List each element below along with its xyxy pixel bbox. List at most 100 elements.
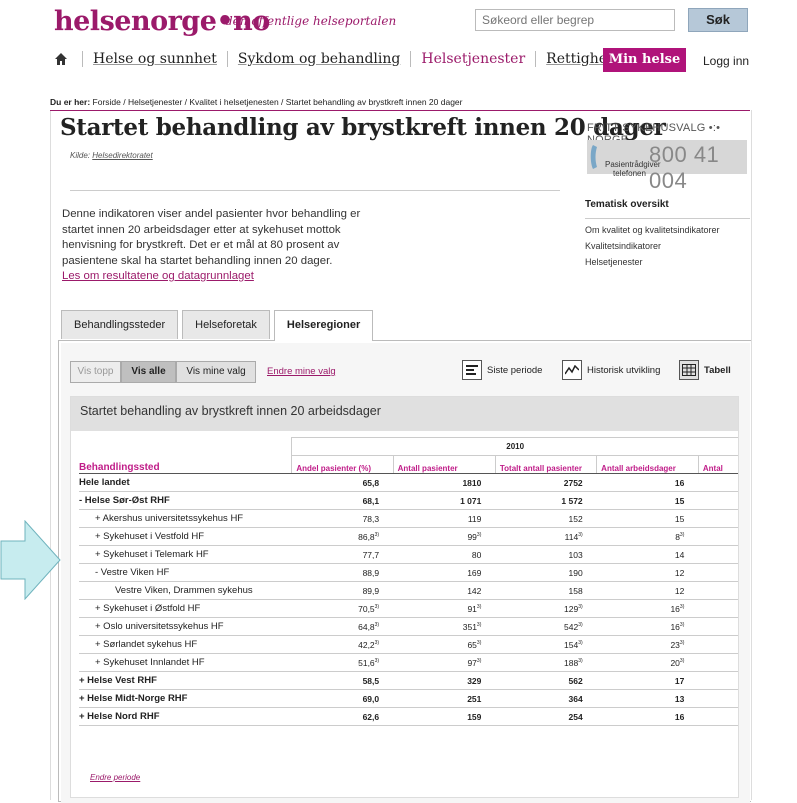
table-row[interactable]: + Sørlandet sykehus HF 42,23) 653) 1543) 233… [79,635,738,654]
home-icon[interactable] [54,52,68,66]
row-name[interactable]: + Helse Vest RHF [79,671,292,690]
row-name[interactable]: + Sykehuset i Østfold HF [79,599,292,618]
row-antal [698,599,738,618]
fritt-sykehusvalg-banner[interactable]: FRITT SYKEHUSVALG •:• NORGE Pasientrådgi… [587,122,747,193]
results-link[interactable]: Les om resultatene og datagrunnlaget [62,269,392,285]
siste-periode-view[interactable]: Siste periode [462,360,542,380]
min-helse-button[interactable]: Min helse [603,48,686,72]
table-row[interactable]: Vestre Viken, Drammen sykehus 89,9 142 158 1… [79,581,738,600]
tagline: den offentlige helseportalen [225,14,397,28]
table-row[interactable]: + Oslo universitetssykehus HF 64,83) 3513)… [79,617,738,636]
footnote-mark: 3) [476,657,482,664]
year-row: 2010 [79,437,738,456]
intro-paragraph: Denne indikatoren viser andel pasienter … [62,208,361,267]
table-row[interactable]: + Helse Vest RHF 58,5 329 562 17 [79,671,738,690]
endre-mine-valg-link[interactable]: Endre mine valg [267,366,336,377]
nav-item-helsetjenester[interactable]: Helsetjenester [410,51,535,67]
vis-topp-button[interactable]: Vis topp [70,361,121,383]
tab-helseregioner[interactable]: Helseregioner [273,310,374,341]
row-andel: 62,6 [291,707,394,726]
col-andel[interactable]: Andel pasienter (%) [291,455,394,474]
row-antal [698,527,738,546]
footnote-mark: 3) [374,621,380,628]
row-antal [698,707,738,726]
table-row[interactable]: + Sykehuset i Østfold HF 70,53) 913) 1293) 1… [79,599,738,618]
row-dager: 14 [596,545,699,564]
row-totalt: 1543) [495,635,597,654]
table-row[interactable]: Hele landet 65,8 1810 2752 16 [79,473,738,492]
table-row[interactable]: - Vestre Viken HF 88,9 169 190 12 [79,563,738,582]
table-row[interactable]: + Sykehuset i Vestfold HF 86,83) 993) 1143)… [79,527,738,546]
row-dager: 83) [596,527,699,546]
row-antal [698,671,738,690]
row-antall: 80 [393,545,496,564]
col-antal[interactable]: Antal [697,455,738,474]
tab-helseforetak[interactable]: Helseforetak [182,310,270,339]
footnote-mark: 3) [679,603,685,610]
row-antal [698,581,738,600]
thematic-link-indikatorer[interactable]: Kvalitetsindikatorer [585,241,750,251]
table-row[interactable]: + Sykehuset Innlandet HF 51,63) 973) 1883) 2… [79,653,738,672]
row-antall: 329 [393,671,496,690]
footnote-mark: 3) [374,531,380,538]
row-andel: 68,1 [291,491,394,510]
row-name[interactable]: + Helse Nord RHF [79,707,292,726]
thematic-link-kvalitet[interactable]: Om kvalitet og kvalitetsindikatorer [585,225,750,235]
row-name[interactable]: Hele landet [79,473,292,492]
nav-item-helse-og-sunnhet[interactable]: Helse og sunnhet [82,51,227,67]
thematic-link-helsetjenester[interactable]: Helsetjenester [585,257,750,267]
phone-number: 800 41 004 [649,142,720,193]
table-row[interactable]: + Akershus universitetssykehus HF 78,3 119… [79,509,738,528]
row-totalt: 1 572 [495,491,597,510]
col-dager[interactable]: Antall arbeidsdager [596,455,699,474]
row-name[interactable]: + Sykehuset i Telemark HF [79,545,292,564]
tabell-view[interactable]: Tabell [679,360,731,380]
row-antal [698,545,738,564]
row-name[interactable]: + Akershus universitetssykehus HF [79,509,292,528]
col-totalt[interactable]: Totalt antall pasienter [494,455,597,474]
results-table-box: Startet behandling av brystkreft innen 2… [70,396,739,798]
nav-item-sykdom-og-behandling[interactable]: Sykdom og behandling [226,51,410,67]
col-behandlingssted[interactable]: Behandlingssted [79,455,292,474]
row-name[interactable]: + Sykehuset i Vestfold HF [79,527,292,546]
row-name[interactable]: - Vestre Viken HF [79,563,292,582]
search-button[interactable]: Søk [688,8,748,32]
row-antall: 1 071 [393,491,496,510]
row-andel: 88,9 [291,563,394,582]
footnote-mark: 3) [374,657,380,664]
row-andel: 51,63) [291,653,394,672]
tab-behandlingssteder[interactable]: Behandlingssteder [61,310,179,339]
vis-mine-valg-button[interactable]: Vis mine valg [176,361,256,383]
row-name[interactable]: + Sykehuset Innlandet HF [79,653,292,672]
vis-alle-button[interactable]: Vis alle [121,361,176,383]
row-dager: 17 [596,671,699,690]
row-antall: 3513) [393,617,496,636]
row-name[interactable]: Vestre Viken, Drammen sykehus [79,581,292,600]
table-heading: Startet behandling av brystkreft innen 2… [71,397,738,431]
historisk-utvikling-view[interactable]: Historisk utvikling [562,360,660,380]
search-input[interactable] [475,9,675,31]
row-name[interactable]: + Oslo universitetssykehus HF [79,617,292,636]
thematic-heading: Tematisk oversikt [585,199,750,219]
endre-periode-link[interactable]: Endre periode [90,773,140,782]
row-antal [698,473,738,492]
footnote-mark: 3) [476,639,482,646]
row-dager: 12 [596,581,699,600]
col-antall[interactable]: Antall pasienter [392,455,496,474]
row-name[interactable]: - Helse Sør-Øst RHF [79,491,292,510]
row-totalt: 2752 [495,473,597,492]
footnote-mark: 3) [679,639,685,646]
row-name[interactable]: + Sørlandet sykehus HF [79,635,292,654]
breadcrumb: Du er her: Forside / Helsetjenester / Kv… [50,97,463,107]
login-link[interactable]: Logg inn [703,54,749,68]
row-dager: 16 [596,473,699,492]
row-totalt: 103 [495,545,597,564]
table-row[interactable]: + Sykehuset i Telemark HF 77,7 80 103 14 [79,545,738,564]
table-row[interactable]: + Helse Midt-Norge RHF 69,0 251 364 13 [79,689,738,708]
source-link[interactable]: Helsedirektoratet [92,151,152,160]
table-row[interactable]: + Helse Nord RHF 62,6 159 254 16 [79,707,738,726]
row-antal [698,617,738,636]
breadcrumb-path[interactable]: Forside / Helsetjenester / Kvalitet i he… [93,97,463,107]
row-name[interactable]: + Helse Midt-Norge RHF [79,689,292,708]
table-row[interactable]: - Helse Sør-Øst RHF 68,1 1 071 1 572 15 [79,491,738,510]
